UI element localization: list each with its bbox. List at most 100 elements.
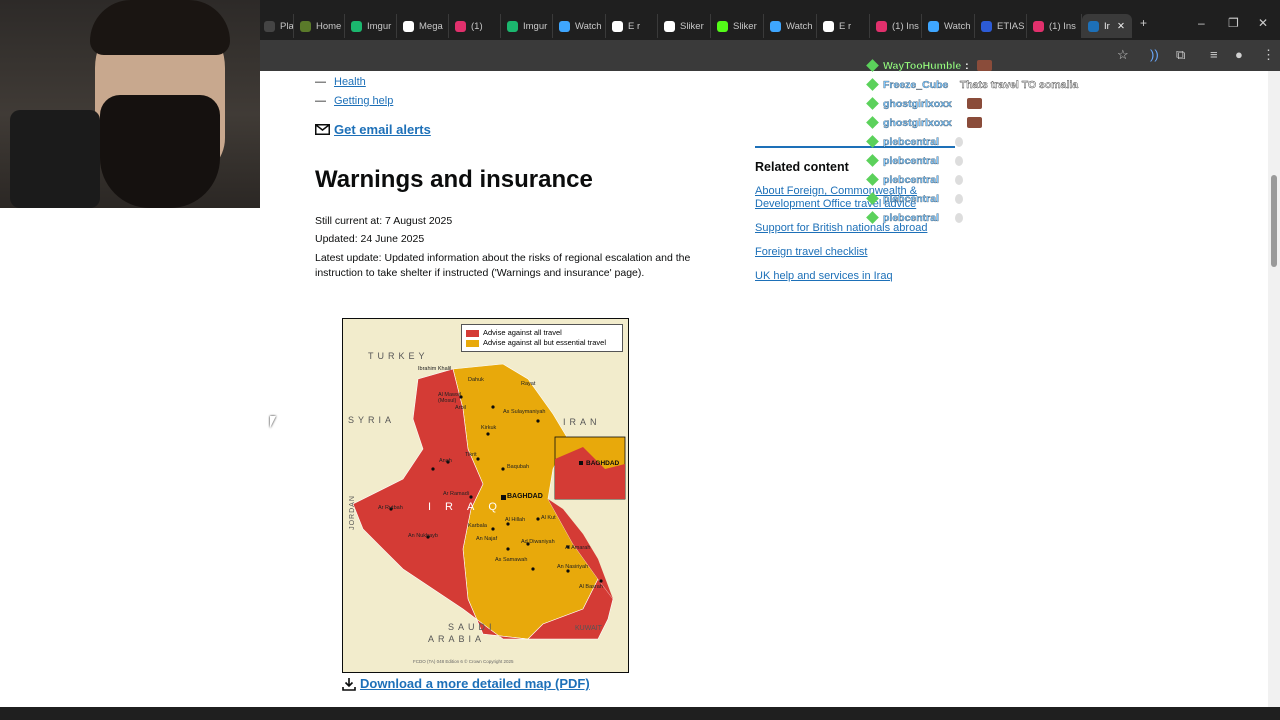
city-label: As Sulaymaniyah: [503, 409, 546, 415]
chat-separator: :: [943, 211, 947, 224]
chat-username: plebcentral: [883, 192, 940, 205]
chat-message: plebcentral:: [866, 132, 1128, 151]
browser-tab[interactable]: (1) Ins: [1027, 14, 1082, 38]
browser-tab[interactable]: Home: [294, 14, 345, 38]
city-label: An Nukhayb: [408, 533, 438, 539]
browser-tab[interactable]: Playtr: [258, 14, 294, 38]
profile-avatar-icon[interactable]: ●: [1235, 47, 1243, 62]
chat-badge-icon: [866, 192, 879, 205]
latest-update: Latest update: Updated information about…: [315, 251, 700, 281]
chat-badge-icon: [866, 154, 879, 167]
streamer-hair: [90, 0, 230, 55]
tab-favicon-icon: [717, 20, 728, 32]
chat-separator: :: [943, 135, 947, 148]
menu-kebab-icon[interactable]: ⋮: [1262, 47, 1275, 63]
country-label-turkey: TURKEY: [368, 351, 429, 361]
browser-tab[interactable]: Ir ✕: [1082, 14, 1132, 38]
download-map-link[interactable]: Download a more detailed map (PDF): [360, 676, 590, 691]
restore-button[interactable]: ❐: [1228, 16, 1239, 30]
iraq-travel-advice-map[interactable]: Advise against all travel Advise against…: [342, 318, 629, 673]
extensions-icon[interactable]: ⧉: [1176, 47, 1185, 63]
stream-chat-overlay: WayTooHumble: Freeze_Cube: Thats travel TO…: [866, 56, 1128, 227]
chat-message: ghostgirlxoxx:: [866, 94, 1128, 113]
health-link[interactable]: Health: [334, 76, 366, 88]
close-window-button[interactable]: ✕: [1258, 16, 1268, 30]
chat-emote-icon: [954, 212, 963, 223]
browser-tab[interactable]: E r: [606, 14, 658, 38]
tab-favicon-icon: [1033, 20, 1044, 32]
city-label: Ad Diwaniyah: [521, 539, 555, 545]
related-link-uk-help-iraq[interactable]: UK help and services in Iraq: [755, 270, 955, 283]
chat-username: plebcentral: [883, 154, 940, 167]
chat-username: plebcentral: [883, 135, 940, 148]
city-label: Tikrit: [465, 452, 477, 458]
getting-help-link[interactable]: Getting help: [334, 95, 393, 107]
inset-baghdad-marker: [579, 461, 583, 465]
reading-list-icon[interactable]: ≡: [1210, 47, 1218, 62]
tab-favicon-icon: [264, 20, 275, 32]
email-alerts: Get email alerts: [315, 122, 431, 137]
chat-emote-icon: [954, 136, 963, 147]
browser-tab[interactable]: Imgur: [501, 14, 553, 38]
page-scrollbar[interactable]: [1268, 71, 1280, 707]
chat-message: ghostgirlxoxx:: [866, 113, 1128, 132]
browser-tab[interactable]: (1) Ins: [870, 14, 922, 38]
tab-favicon-icon: [876, 20, 887, 32]
chat-username: ghostgirlxoxx: [883, 97, 952, 110]
city-label: Anah: [439, 458, 452, 464]
chat-emote-icon: [967, 98, 983, 109]
related-link-checklist[interactable]: Foreign travel checklist: [755, 246, 955, 259]
tab-favicon-icon: [455, 20, 466, 32]
browser-tab[interactable]: Sliker: [658, 14, 711, 38]
close-tab-icon[interactable]: ✕: [1117, 21, 1125, 32]
chat-badge-icon: [866, 116, 879, 129]
tab-label: Playtr: [280, 20, 294, 32]
city-label: As Samawah: [495, 557, 528, 563]
chat-emote-icon: [967, 117, 983, 128]
browser-tab[interactable]: Mega: [397, 14, 449, 38]
download-icon: [342, 677, 356, 691]
chat-message: plebcentral:: [866, 151, 1128, 170]
country-label-kuwait: KUWAIT: [575, 625, 602, 632]
browser-tab[interactable]: ETIAS: [975, 14, 1027, 38]
chat-username: plebcentral: [883, 211, 940, 224]
chat-separator: :: [943, 192, 947, 205]
get-email-alerts-link[interactable]: Get email alerts: [334, 122, 431, 137]
city-label: Al Hillah: [505, 517, 526, 523]
legend-label: Advise against all but essential travel: [483, 338, 606, 347]
browser-tab[interactable]: Watch: [764, 14, 817, 38]
browser-tab[interactable]: Sliker: [711, 14, 764, 38]
chat-badge-icon: [866, 59, 879, 72]
webcam-overlay: [0, 0, 260, 208]
chat-emote-icon: [954, 174, 963, 185]
city-label: Baqubah: [507, 464, 530, 470]
tab-favicon-icon: [300, 20, 311, 32]
chat-separator: :: [965, 59, 969, 72]
nav-item-health: — Health: [315, 76, 366, 88]
tab-favicon-icon: [1088, 20, 1099, 32]
browser-tab[interactable]: E r: [817, 14, 870, 38]
still-current-value: 7 August 2025: [385, 215, 453, 227]
new-tab-button[interactable]: +: [1140, 16, 1147, 30]
chair: [10, 110, 100, 208]
browser-tab[interactable]: Watch: [922, 14, 975, 38]
dash: —: [315, 76, 326, 88]
minimize-button[interactable]: –: [1198, 16, 1205, 30]
legend-item-amber: Advise against all but essential travel: [466, 338, 618, 348]
read-aloud-icon[interactable]: )): [1150, 47, 1159, 62]
chat-username: Freeze_Cube: [883, 78, 949, 91]
updated: Updated: 24 June 2025: [315, 232, 424, 247]
scrollbar-thumb[interactable]: [1271, 175, 1277, 267]
chat-separator: :: [955, 97, 960, 110]
browser-tab[interactable]: Imgur: [345, 14, 397, 38]
chat-message: plebcentral:: [866, 170, 1128, 189]
country-label-jordan: JORDAN: [348, 495, 356, 530]
browser-tab[interactable]: (1): [449, 14, 501, 38]
tab-label: E r: [839, 20, 852, 32]
tab-label: E r: [628, 20, 641, 32]
browser-tab[interactable]: Watch: [553, 14, 606, 38]
tab-label: Ir: [1104, 20, 1110, 32]
chat-badge-icon: [866, 173, 879, 186]
chat-message: plebcentral:: [866, 208, 1128, 227]
tab-label: ETIAS: [997, 20, 1025, 32]
